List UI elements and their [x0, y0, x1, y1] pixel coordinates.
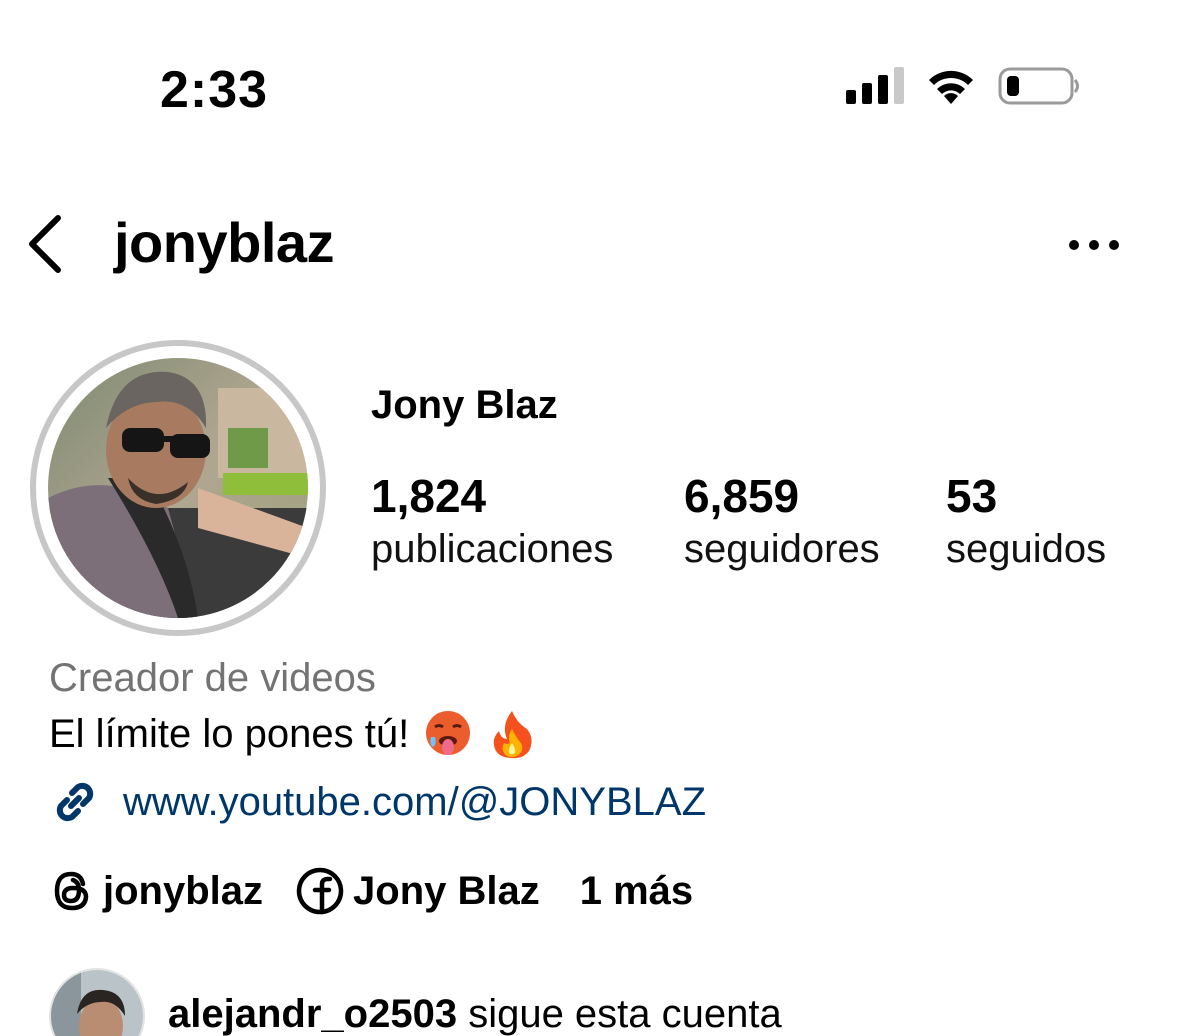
- profile-screen: 2:33 jonyblaz Jony Blaz 1,824 publicacio…: [0, 0, 1179, 1036]
- profile-category: Creador de videos: [49, 656, 376, 700]
- ellipsis-icon: [1069, 240, 1119, 250]
- threads-icon: [54, 871, 89, 911]
- stat-posts[interactable]: 1,824 publicaciones: [371, 470, 613, 576]
- followed-by-text[interactable]: alejandr_o2503 sigue esta cuenta: [168, 992, 782, 1036]
- facebook-label: Jony Blaz: [353, 868, 540, 913]
- stat-posts-value: 1,824: [371, 470, 487, 522]
- followed-by-suffix: sigue esta cuenta: [468, 992, 782, 1036]
- threads-label: jonyblaz: [103, 868, 264, 913]
- chevron-left-icon: [29, 215, 61, 273]
- fire-emoji: [493, 711, 532, 759]
- stat-following-label: seguidos: [946, 527, 1107, 571]
- hot-face-emoji: [426, 711, 471, 755]
- facebook-icon: [296, 867, 344, 915]
- status-time: 2:33: [160, 61, 269, 119]
- stat-following[interactable]: 53 seguidos: [946, 470, 1106, 576]
- header-username: jonyblaz: [114, 211, 335, 274]
- stat-followers[interactable]: 6,859 seguidores: [684, 470, 880, 576]
- profile-link[interactable]: www.youtube.com/@JONYBLAZ: [49, 776, 706, 828]
- profile-display-name: Jony Blaz: [371, 383, 558, 427]
- more-options-button[interactable]: [1066, 230, 1122, 260]
- more-links-button[interactable]: 1 más: [572, 869, 693, 914]
- link-icon: [56, 782, 94, 822]
- social-links: jonyblaz Jony Blaz 1 más: [49, 866, 725, 916]
- profile-avatar[interactable]: [48, 358, 308, 618]
- bio-text: El límite lo pones tú!: [49, 711, 410, 756]
- follower-username: alejandr_o2503: [168, 992, 458, 1036]
- stat-followers-label: seguidores: [684, 527, 880, 571]
- back-button[interactable]: [22, 212, 72, 276]
- wifi-icon: [929, 70, 973, 104]
- profile-bio: El límite lo pones tú!: [49, 709, 537, 759]
- cellular-signal-icon: [846, 67, 904, 104]
- follower-avatar[interactable]: [49, 968, 145, 1036]
- link-text: www.youtube.com/@JONYBLAZ: [123, 779, 707, 824]
- more-links-label: 1 más: [579, 868, 694, 913]
- stat-posts-label: publicaciones: [371, 527, 614, 571]
- avatar-photo: [48, 358, 308, 618]
- stat-followers-value: 6,859: [684, 470, 800, 522]
- threads-link[interactable]: jonyblaz: [49, 866, 263, 916]
- follower-avatar-photo: [51, 970, 143, 1036]
- battery-icon: [998, 67, 1079, 105]
- stat-following-value: 53: [946, 470, 998, 522]
- facebook-link[interactable]: Jony Blaz: [295, 866, 540, 916]
